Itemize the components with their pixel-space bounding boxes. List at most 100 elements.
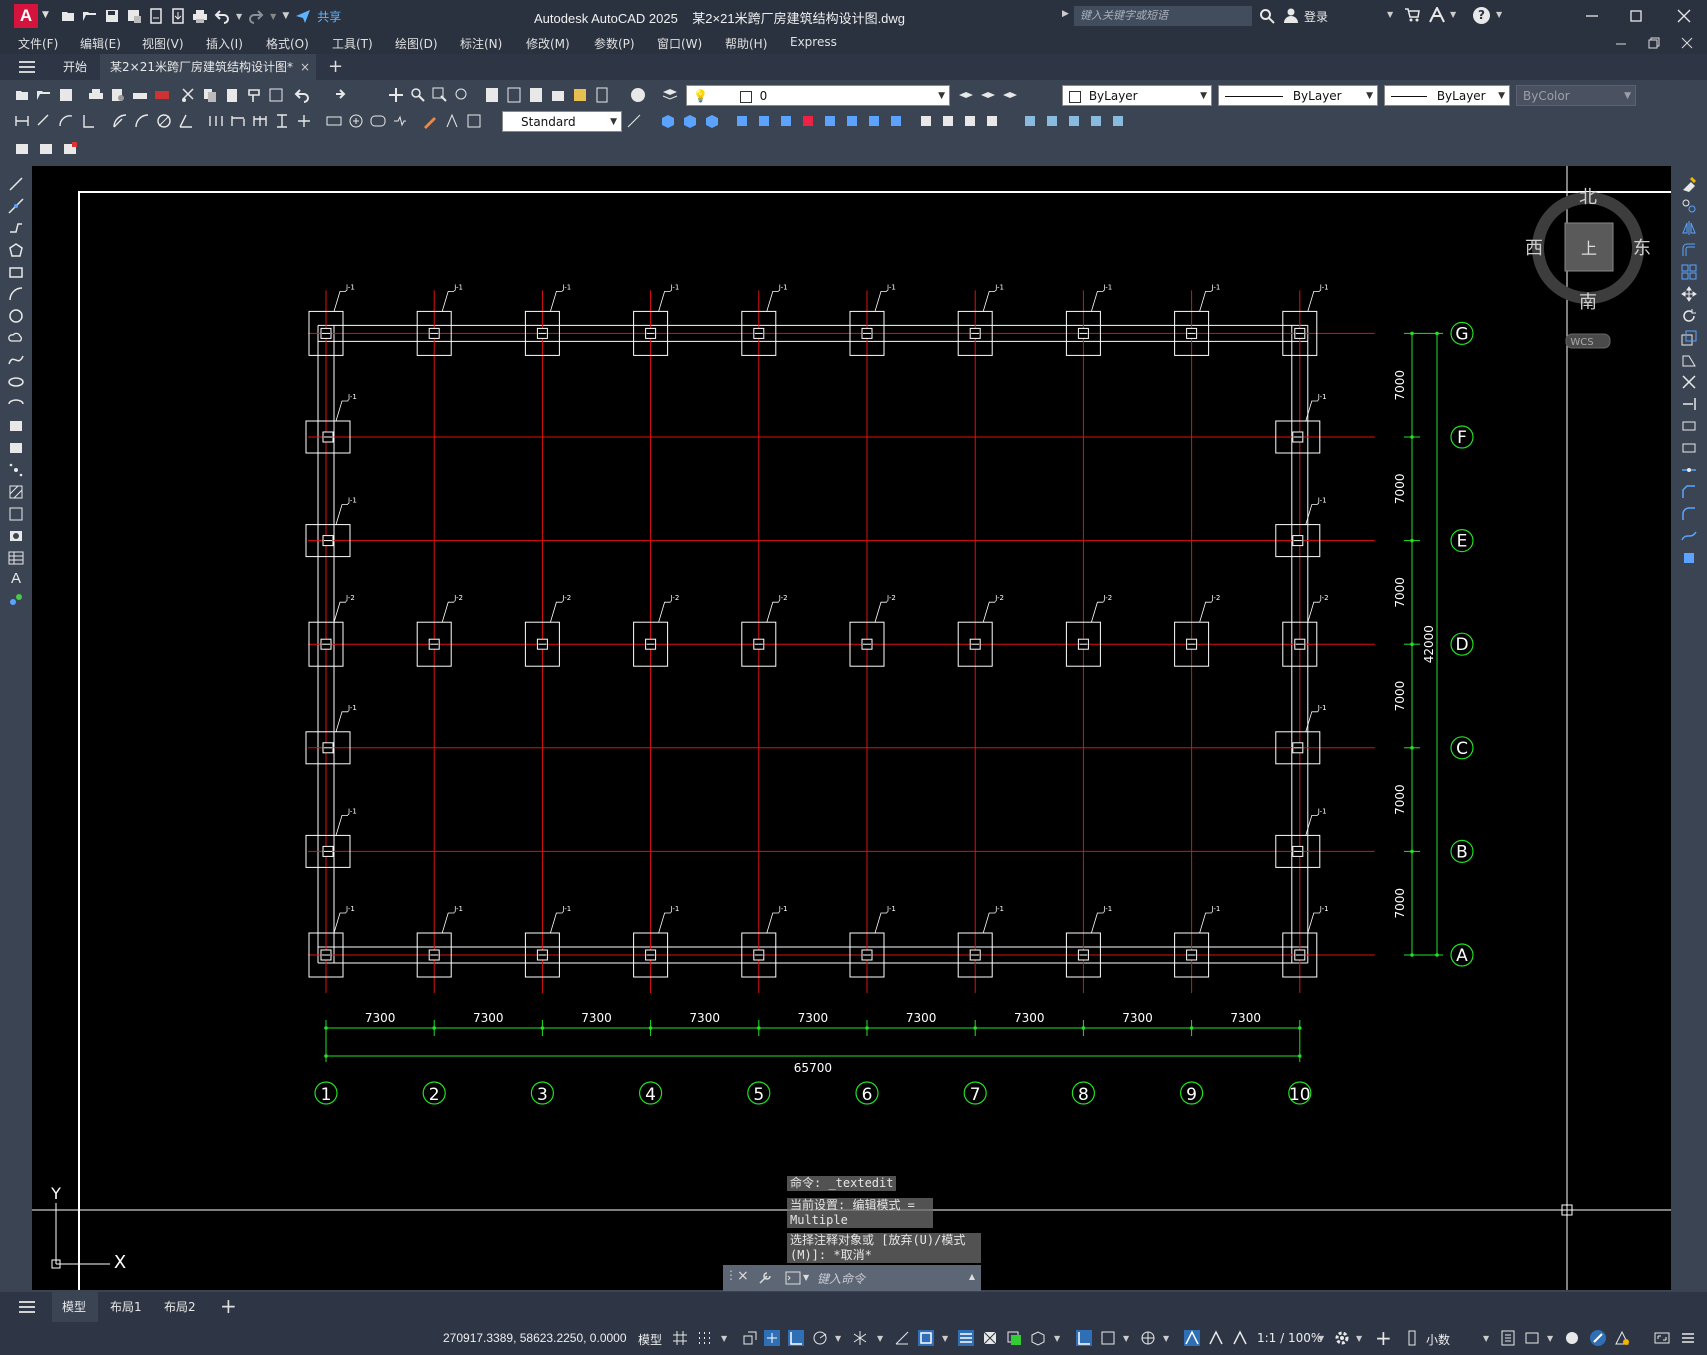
cart-icon[interactable] (1404, 7, 1420, 23)
open-icon[interactable] (36, 87, 52, 103)
customization-icon[interactable] (1680, 1330, 1696, 1346)
dimension-break-icon[interactable] (296, 113, 312, 129)
dimension-style-icon[interactable] (626, 113, 642, 129)
sweep-icon[interactable] (778, 113, 794, 129)
plot-preview-icon[interactable] (110, 87, 126, 103)
dynamic-ucs-icon[interactable] (1076, 1330, 1092, 1346)
quick-dimension-icon[interactable] (208, 113, 224, 129)
menu-tools[interactable]: 工具(T) (332, 35, 373, 52)
user-icon[interactable] (1283, 7, 1299, 23)
model-space-toggle[interactable]: 模型 (638, 1331, 662, 1348)
attribute-icon[interactable] (62, 140, 78, 156)
table-icon[interactable] (8, 550, 24, 566)
quick-properties-icon[interactable] (1500, 1330, 1516, 1346)
new-layout-icon[interactable]: + (220, 1294, 237, 1318)
revision-cloud-icon[interactable] (8, 330, 24, 346)
menu-help[interactable]: 帮助(H) (725, 35, 767, 52)
revolve-icon[interactable] (822, 113, 838, 129)
tab-drawing[interactable]: 某2×21米跨厂房建筑结构设计图* × (100, 54, 316, 80)
layer-properties-icon[interactable] (662, 87, 678, 103)
units-value[interactable]: 小数 (1426, 1331, 1450, 1348)
layer-previous-icon[interactable] (980, 87, 996, 103)
lineweight-dropdown[interactable]: ByLayer ▼ (1384, 85, 1510, 106)
qsave-icon[interactable] (58, 87, 74, 103)
auto-scale-icon[interactable] (1208, 1330, 1224, 1346)
open-web-icon[interactable] (148, 8, 164, 24)
subtract-icon[interactable] (866, 113, 882, 129)
arc-length-icon[interactable] (58, 113, 74, 129)
lock-ui-dropdown-icon[interactable]: ▼ (1547, 1334, 1553, 1343)
minimize-icon[interactable] (1585, 9, 1599, 23)
command-line[interactable]: ⋮ × ▼ 键入命令 ▲ (723, 1265, 981, 1291)
offset-icon[interactable] (1681, 242, 1697, 258)
blend-curves-icon[interactable] (1681, 528, 1697, 544)
units-dropdown-icon[interactable]: ▼ (1483, 1334, 1489, 1343)
separate-icon[interactable] (984, 113, 1000, 129)
gradient-icon[interactable] (8, 506, 24, 522)
circle-icon[interactable] (8, 308, 24, 324)
fillet-edges-icon[interactable] (1066, 113, 1082, 129)
array-icon[interactable] (1681, 264, 1697, 280)
radius-dimension-icon[interactable] (112, 113, 128, 129)
menu-modify[interactable]: 修改(M) (526, 35, 570, 52)
snap-mode-icon[interactable] (696, 1330, 712, 1346)
close-icon[interactable] (1677, 9, 1691, 23)
viewcube-east-label[interactable]: 东 (1633, 238, 1651, 259)
linetype-dropdown[interactable]: ByLayer ▼ (1218, 85, 1378, 106)
command-close-icon[interactable]: × (737, 1268, 749, 1284)
units-icon[interactable] (1404, 1330, 1420, 1346)
annotation-visibility-icon[interactable] (1184, 1330, 1200, 1346)
ortho-mode-icon[interactable] (788, 1330, 804, 1346)
scale-icon[interactable] (1681, 330, 1697, 346)
undo-dropdown-icon[interactable]: ▼ (236, 12, 242, 21)
polygon-icon[interactable] (8, 242, 24, 258)
snap-dropdown-icon[interactable]: ▼ (721, 1334, 727, 1343)
scale-dropdown-icon[interactable]: ▼ (1318, 1334, 1324, 1343)
move-icon[interactable] (1681, 286, 1697, 302)
viewcube[interactable]: 上 北 南 东 西 WCS (1525, 187, 1651, 349)
break-at-point-icon[interactable] (1681, 418, 1697, 434)
multiline-text-icon[interactable]: A (8, 570, 24, 587)
doc-restore-icon[interactable] (1648, 37, 1660, 49)
publish-icon[interactable] (132, 87, 148, 103)
workspace-dropdown-icon[interactable]: ▼ (1356, 1334, 1362, 1343)
isometric-dropdown-icon[interactable]: ▼ (877, 1334, 883, 1343)
line-icon[interactable] (8, 176, 24, 192)
dimension-text-edit-icon[interactable] (444, 113, 460, 129)
undo-icon[interactable] (214, 8, 230, 24)
chamfer-icon[interactable] (1681, 484, 1697, 500)
match-properties-icon[interactable] (246, 87, 262, 103)
3d-snap-dropdown-icon[interactable]: ▼ (1054, 1334, 1060, 1343)
baseline-dimension-icon[interactable] (230, 113, 246, 129)
annotation-scale-icon[interactable] (1232, 1330, 1248, 1346)
toolbar-redo-icon[interactable] (330, 87, 346, 103)
new-file-icon[interactable] (60, 8, 76, 24)
viewcube-west-label[interactable]: 西 (1525, 238, 1543, 259)
spline-icon[interactable] (8, 352, 24, 368)
menu-insert[interactable]: 插入(I) (206, 35, 243, 52)
menu-draw[interactable]: 绘图(D) (395, 35, 438, 52)
ellipse-arc-icon[interactable] (8, 396, 24, 412)
command-customize-icon[interactable] (758, 1271, 772, 1285)
dimension-space-icon[interactable] (274, 113, 290, 129)
copy-icon[interactable] (202, 87, 218, 103)
autocad-logo[interactable]: A (14, 4, 38, 28)
color-dropdown[interactable]: ByLayer ▼ (1062, 85, 1212, 106)
help-dropdown-icon[interactable]: ▼ (1496, 10, 1502, 19)
annotation-scale-value[interactable]: 1:1 / 100% (1257, 1331, 1322, 1345)
selection-cycling-icon[interactable] (1006, 1330, 1022, 1346)
extract-edges-icon[interactable] (1022, 113, 1038, 129)
maximize-icon[interactable] (1629, 9, 1643, 23)
insert-icon[interactable] (8, 418, 24, 434)
share-icon[interactable] (295, 8, 311, 24)
app-dropdown-icon[interactable]: ▼ (1450, 10, 1456, 19)
union-icon[interactable] (844, 113, 860, 129)
offset-edges-icon[interactable] (1044, 113, 1060, 129)
make-current-layer-icon[interactable] (958, 87, 974, 103)
add-selected-icon[interactable] (8, 592, 24, 608)
jogged-dimension-icon[interactable] (134, 113, 150, 129)
ordinate-dimension-icon[interactable] (80, 113, 96, 129)
chamfer-edges-icon[interactable] (1088, 113, 1104, 129)
tool-palettes-icon[interactable] (528, 87, 544, 103)
layer-dropdown[interactable]: 💡 0 ▼ (686, 85, 950, 106)
